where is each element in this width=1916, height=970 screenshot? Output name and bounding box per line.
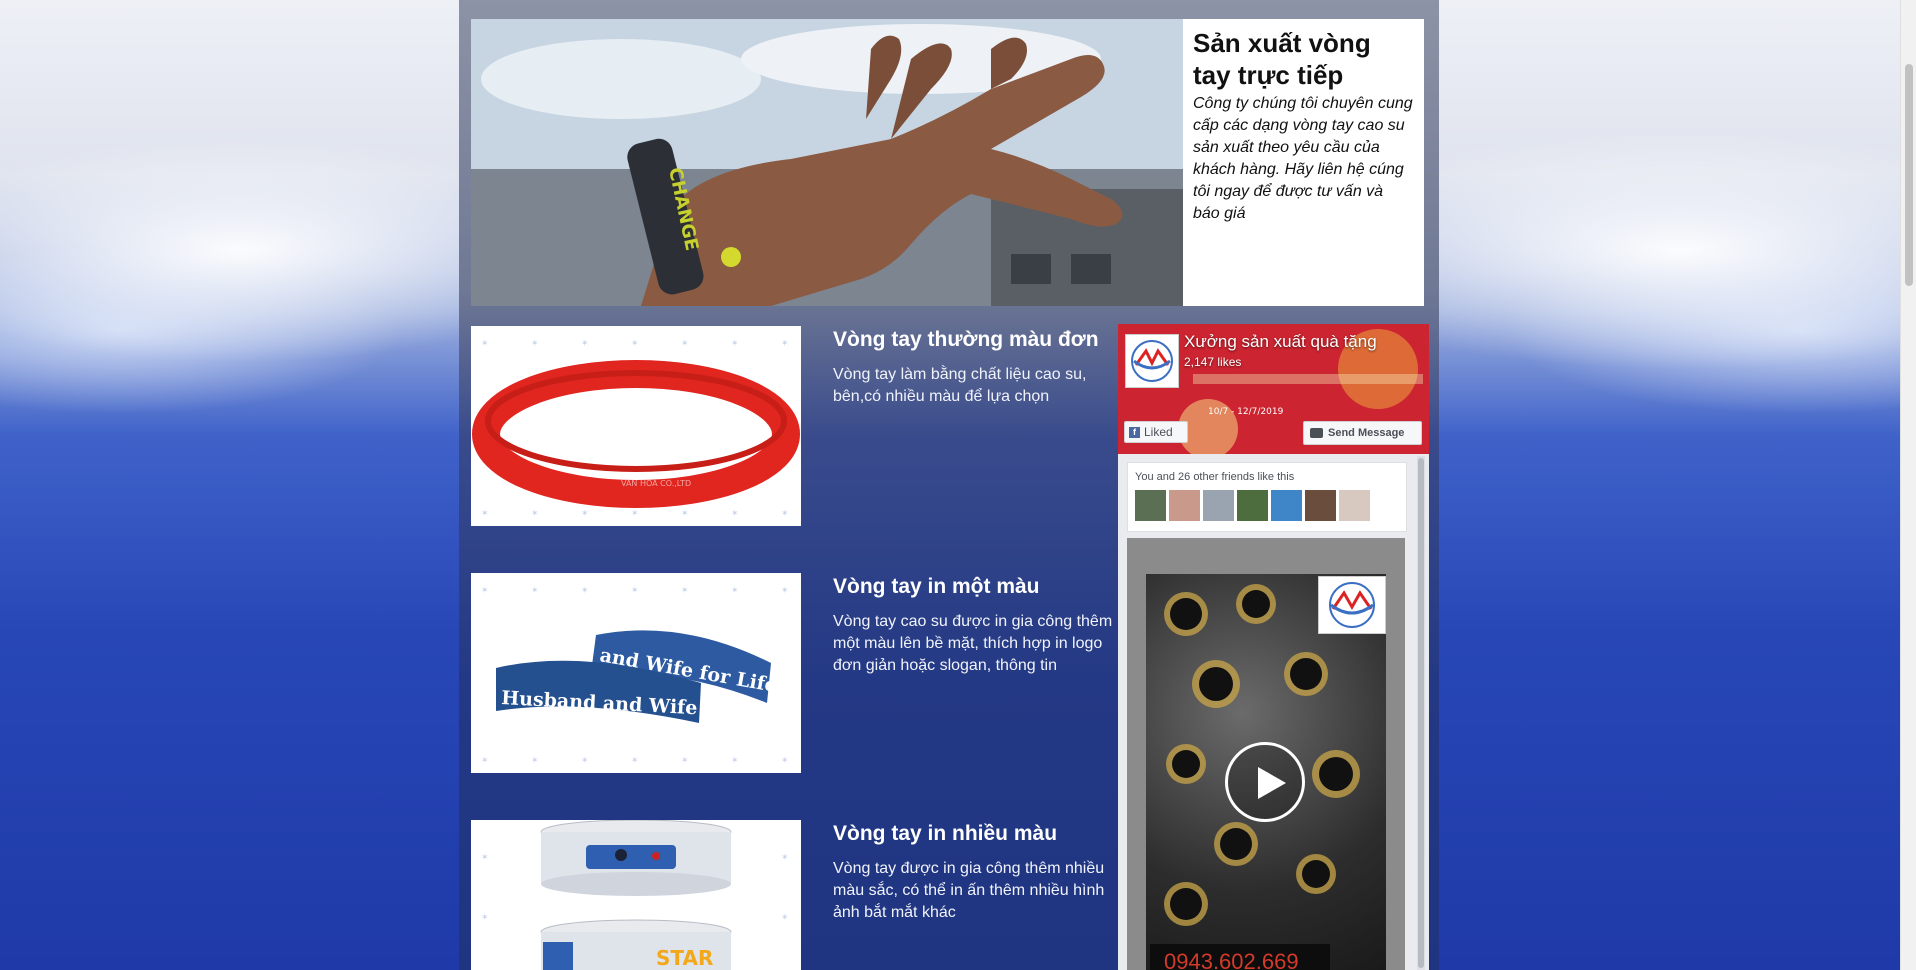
svg-text:✶: ✶	[581, 339, 589, 349]
hero-title: Sản xuất vòng tay trực tiếp	[1193, 28, 1371, 90]
facebook-widget-scrollbar[interactable]	[1417, 456, 1425, 970]
send-message-label: Send Message	[1328, 427, 1405, 439]
svg-text:✶: ✶	[531, 509, 539, 519]
svg-text:✶: ✶	[781, 853, 789, 863]
svg-text:✶: ✶	[731, 586, 739, 596]
liked-label: Liked	[1144, 425, 1173, 439]
svg-text:✶: ✶	[481, 586, 489, 596]
multicolor-wristband-illustration: ✶ ✶ ✶ ✶ STAR	[471, 820, 801, 970]
avatar[interactable]	[1271, 490, 1302, 521]
svg-text:✶: ✶	[581, 509, 589, 519]
svg-text:✶: ✶	[631, 586, 639, 596]
play-icon[interactable]	[1225, 742, 1305, 822]
send-message-button[interactable]: Send Message	[1303, 421, 1422, 445]
message-icon	[1310, 428, 1323, 438]
video-player[interactable]: 0943.602.669	[1146, 574, 1386, 970]
product-title: Vòng tay in một màu	[833, 575, 1040, 598]
product-title: Vòng tay thường màu đơn	[833, 328, 1099, 351]
svg-text:✶: ✶	[631, 339, 639, 349]
svg-text:✶: ✶	[531, 586, 539, 596]
avatar[interactable]	[1203, 490, 1234, 521]
svg-text:✶: ✶	[681, 756, 689, 766]
svg-text:✶: ✶	[481, 913, 489, 923]
company-logo-icon	[1131, 340, 1173, 382]
page-content: CHANGE Sản xuất vòng tay trực tiếp Công …	[459, 0, 1439, 970]
product-image-one-color-print[interactable]: ✶ ✶ ✶ ✶ ✶ ✶ ✶ ✶ ✶ ✶ ✶ ✶ ✶ ✶ and Wife for Life Husban…	[471, 573, 801, 773]
svg-text:✶: ✶	[681, 509, 689, 519]
svg-text:✶: ✶	[531, 756, 539, 766]
product-title: Vòng tay in nhiều màu	[833, 822, 1058, 845]
svg-text:✶: ✶	[731, 509, 739, 519]
avatar[interactable]	[1135, 490, 1166, 521]
svg-text:✶: ✶	[581, 586, 589, 596]
svg-text:✶: ✶	[781, 756, 789, 766]
scrollbar-thumb[interactable]	[1418, 458, 1424, 968]
product-description: Vòng tay cao su được in gia công thêm mộ…	[833, 613, 1113, 674]
window-scrollbar-thumb[interactable]	[1905, 64, 1913, 286]
product-info-single-color: Vòng tay thường màu đơn Vòng tay làm bằn…	[833, 326, 1118, 408]
product-image-multi-color-print[interactable]: ✶ ✶ ✶ ✶ STAR	[471, 820, 801, 970]
product-image-single-color[interactable]: ✶ ✶ ✶ ✶ ✶ ✶ ✶ ✶ ✶ ✶ ✶ ✶ ✶ ✶ VAN HOA CO.,LTD	[471, 326, 801, 526]
avatar[interactable]	[1169, 490, 1200, 521]
product-description: Vòng tay được in gia công thêm nhiều màu…	[833, 860, 1105, 921]
product-description: Vòng tay làm bằng chất liệu cao su, bên,…	[833, 366, 1087, 405]
facebook-like-count: 2,147 likes	[1184, 355, 1242, 369]
svg-text:✶: ✶	[781, 339, 789, 349]
friends-like-text: You and 26 other friends like this	[1135, 471, 1295, 483]
svg-text:✶: ✶	[481, 339, 489, 349]
facebook-video-post: 0943.602.669	[1127, 538, 1405, 970]
facebook-page-widget: 10/7 - 12/7/2019 Xưởng sản xuất quà tặng…	[1118, 324, 1429, 970]
hero-text-block: Sản xuất vòng tay trực tiếp Công ty chún…	[1183, 19, 1424, 306]
svg-text:✶: ✶	[781, 913, 789, 923]
svg-text:✶: ✶	[681, 586, 689, 596]
company-logo-icon	[1329, 582, 1375, 628]
facebook-f-icon: f	[1129, 426, 1140, 438]
avatar[interactable]	[1305, 490, 1336, 521]
friends-avatars	[1135, 490, 1370, 521]
hero-description: Công ty chúng tôi chuyên cung cấp các dạ…	[1193, 95, 1413, 222]
video-phone-number: 0943.602.669	[1150, 944, 1330, 970]
facebook-page-logo[interactable]	[1125, 334, 1179, 388]
hero-banner: CHANGE Sản xuất vòng tay trực tiếp Công …	[471, 19, 1424, 306]
svg-text:✶: ✶	[731, 756, 739, 766]
product-info-one-color-print: Vòng tay in một màu Vòng tay cao su được…	[833, 573, 1118, 677]
red-wristband-illustration: ✶ ✶ ✶ ✶ ✶ ✶ ✶ ✶ ✶ ✶ ✶ ✶ ✶ ✶ VAN HOA CO.,LTD	[471, 326, 801, 526]
facebook-cover-image[interactable]: 10/7 - 12/7/2019 Xưởng sản xuất quà tặng…	[1118, 324, 1429, 454]
svg-text:✶: ✶	[481, 853, 489, 863]
avatar[interactable]	[1339, 490, 1370, 521]
svg-text:✶: ✶	[581, 756, 589, 766]
svg-text:✶: ✶	[631, 756, 639, 766]
svg-text:VAN HOA CO.,LTD: VAN HOA CO.,LTD	[621, 479, 691, 488]
svg-text:✶: ✶	[781, 586, 789, 596]
hand-wristband-illustration: CHANGE	[471, 19, 1183, 306]
svg-text:✶: ✶	[781, 509, 789, 519]
svg-text:10/7 - 12/7/2019: 10/7 - 12/7/2019	[1208, 407, 1284, 417]
svg-text:✶: ✶	[481, 509, 489, 519]
facebook-friends-box: You and 26 other friends like this	[1127, 462, 1407, 532]
avatar[interactable]	[1237, 490, 1268, 521]
facebook-page-name[interactable]: Xưởng sản xuất quà tặng	[1184, 332, 1377, 352]
blue-wristband-illustration: ✶ ✶ ✶ ✶ ✶ ✶ ✶ ✶ ✶ ✶ ✶ ✶ ✶ ✶ and Wife for Life Husban…	[471, 573, 801, 773]
product-info-multi-color-print: Vòng tay in nhiều màu Vòng tay được in g…	[833, 820, 1118, 924]
window-scrollbar[interactable]	[1900, 0, 1916, 970]
liked-button[interactable]: f Liked	[1124, 421, 1188, 443]
svg-text:✶: ✶	[481, 756, 489, 766]
svg-text:✶: ✶	[631, 509, 639, 519]
svg-text:✶: ✶	[531, 339, 539, 349]
video-company-logo	[1318, 576, 1386, 634]
svg-text:✶: ✶	[731, 339, 739, 349]
svg-text:STAR: STAR	[656, 946, 713, 970]
hero-image: CHANGE	[471, 19, 1183, 306]
svg-text:✶: ✶	[681, 339, 689, 349]
